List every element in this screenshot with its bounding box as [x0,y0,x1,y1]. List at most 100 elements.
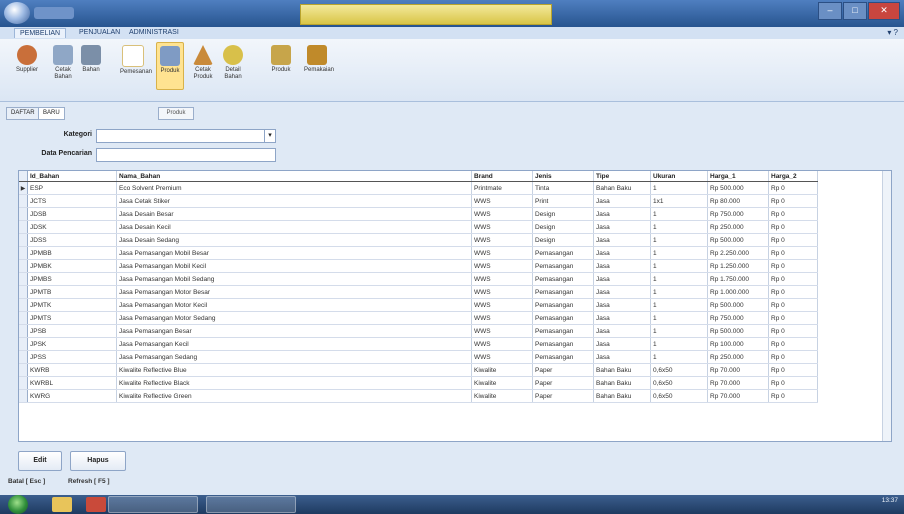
table-cell[interactable]: Rp 0 [768,181,818,195]
table-row[interactable]: JPSS Jasa Pemasangan Sedang WWS Pemasangan J… [19,350,818,364]
table-cell[interactable]: Rp 1.000.000 [707,285,769,299]
col-ukuran[interactable]: Ukuran [650,171,708,182]
table-row[interactable]: JPMTK Jasa Pemasangan Motor Kecil WWS Pemas… [19,298,818,312]
table-cell[interactable]: WWS [471,337,533,351]
table-cell[interactable]: Rp 500.000 [707,324,769,338]
table-cell[interactable]: 1 [650,220,708,234]
table-cell[interactable]: Rp 750.000 [707,207,769,221]
table-cell[interactable]: Pemasangan [532,337,594,351]
table-cell[interactable]: Jasa [593,324,651,338]
table-cell[interactable]: Jasa [593,194,651,208]
table-cell[interactable]: 1 [650,337,708,351]
table-cell[interactable]: Rp 500.000 [707,233,769,247]
produk-filter-button[interactable]: Produk [158,107,194,120]
table-cell[interactable]: Jasa Pemasangan Sedang [116,350,472,364]
table-row[interactable]: KWRB Kiwalite Reflective Blue Kiwalite Pape… [19,363,818,377]
table-cell[interactable]: Rp 0 [768,363,818,377]
table-cell[interactable]: Pemasangan [532,350,594,364]
table-cell[interactable]: Jasa [593,337,651,351]
table-row[interactable]: KWRBL Kiwalite Reflective Black Kiwalite Pa… [19,376,818,390]
row-selector[interactable] [19,363,28,377]
row-selector[interactable] [19,194,28,208]
table-row[interactable]: ▶ ESP Eco Solvent Premium Printmate Tinta Bah… [19,181,818,195]
table-cell[interactable]: Jasa [593,311,651,325]
table-cell[interactable]: Jasa Pemasangan Besar [116,324,472,338]
table-row[interactable]: JDSB Jasa Desain Besar WWS Design Jasa 1 Rp 75… [19,207,818,221]
quick-access-toolbar[interactable] [34,7,74,19]
table-cell[interactable]: 0,6x50 [650,376,708,390]
table-cell[interactable]: Rp 0 [768,389,818,403]
row-selector[interactable] [19,272,28,286]
refresh-shortcut[interactable]: Refresh [ F5 ] [68,478,110,485]
table-row[interactable]: JPMTS Jasa Pemasangan Motor Sedang WWS Pema… [19,311,818,325]
table-cell[interactable]: Print [532,194,594,208]
table-cell[interactable]: WWS [471,233,533,247]
table-cell[interactable]: 1 [650,246,708,260]
table-row[interactable]: KWRG Kiwalite Reflective Green Kiwalite Pap… [19,389,818,403]
tab-pembelian[interactable]: PEMBELIAN [14,28,67,38]
table-cell[interactable]: WWS [471,220,533,234]
clock[interactable]: 13:37 [882,497,898,504]
table-cell[interactable]: Jasa Desain Sedang [116,233,472,247]
table-cell[interactable]: WWS [471,207,533,221]
table-cell[interactable]: Rp 0 [768,337,818,351]
table-cell[interactable]: Pemasangan [532,259,594,273]
search-input[interactable] [96,148,276,162]
table-cell[interactable]: JPMTS [27,311,117,325]
maximize-icon[interactable]: □ [843,2,867,20]
row-selector[interactable] [19,246,28,260]
table-cell[interactable]: KWRG [27,389,117,403]
table-cell[interactable]: Rp 0 [768,194,818,208]
hapus-button[interactable]: Hapus [70,451,126,471]
table-cell[interactable]: Jasa Desain Kecil [116,220,472,234]
col-brand[interactable]: Brand [471,171,533,182]
supplier-button[interactable]: Supplier [14,45,40,74]
bahan-button[interactable]: Bahan [78,45,104,74]
table-cell[interactable]: Design [532,207,594,221]
row-selector[interactable] [19,207,28,221]
table-cell[interactable]: Rp 0 [768,246,818,260]
table-row[interactable]: JPMBB Jasa Pemasangan Mobil Besar WWS Pemas… [19,246,818,260]
tab-baru[interactable]: BARU [38,107,65,120]
table-cell[interactable]: Jasa [593,350,651,364]
table-cell[interactable]: Pemasangan [532,311,594,325]
table-cell[interactable]: Pemasangan [532,272,594,286]
table-cell[interactable]: 1 [650,233,708,247]
kategori-dropdown[interactable]: ▾ [96,129,276,143]
table-cell[interactable]: KWRBL [27,376,117,390]
col-nama-bahan[interactable]: Nama_Bahan [116,171,472,182]
table-cell[interactable]: JDSS [27,233,117,247]
edit-button[interactable]: Edit [18,451,62,471]
table-cell[interactable]: Jasa Pemasangan Kecil [116,337,472,351]
table-cell[interactable]: JPMBS [27,272,117,286]
tab-daftar[interactable]: DAFTAR [6,107,40,120]
table-cell[interactable]: WWS [471,311,533,325]
table-cell[interactable]: Pemasangan [532,298,594,312]
col-harga-2[interactable]: Harga_2 [768,171,818,182]
table-row[interactable]: JCTS Jasa Cetak Stiker WWS Print Jasa 1x1 Rp 8… [19,194,818,208]
col-harga-1[interactable]: Harga_1 [707,171,769,182]
table-cell[interactable]: 1 [650,324,708,338]
table-cell[interactable]: Rp 0 [768,285,818,299]
row-selector[interactable] [19,376,28,390]
table-cell[interactable]: Printmate [471,181,533,195]
table-cell[interactable]: JPSB [27,324,117,338]
row-selector[interactable] [19,337,28,351]
produk-detail-button[interactable]: Produk [268,45,294,74]
folder-icon[interactable] [52,497,72,512]
table-cell[interactable]: Rp 1.250.000 [707,259,769,273]
table-cell[interactable]: Rp 70.000 [707,363,769,377]
table-cell[interactable]: 1 [650,311,708,325]
row-selector[interactable] [19,324,28,338]
table-cell[interactable]: 1x1 [650,194,708,208]
table-cell[interactable]: JPMBK [27,259,117,273]
table-cell[interactable]: Bahan Baku [593,181,651,195]
row-selector[interactable] [19,220,28,234]
table-cell[interactable]: JCTS [27,194,117,208]
table-cell[interactable]: KWRB [27,363,117,377]
table-cell[interactable]: Rp 0 [768,207,818,221]
table-cell[interactable]: Rp 100.000 [707,337,769,351]
table-cell[interactable]: Bahan Baku [593,363,651,377]
table-cell[interactable]: Rp 70.000 [707,389,769,403]
table-cell[interactable]: Tinta [532,181,594,195]
